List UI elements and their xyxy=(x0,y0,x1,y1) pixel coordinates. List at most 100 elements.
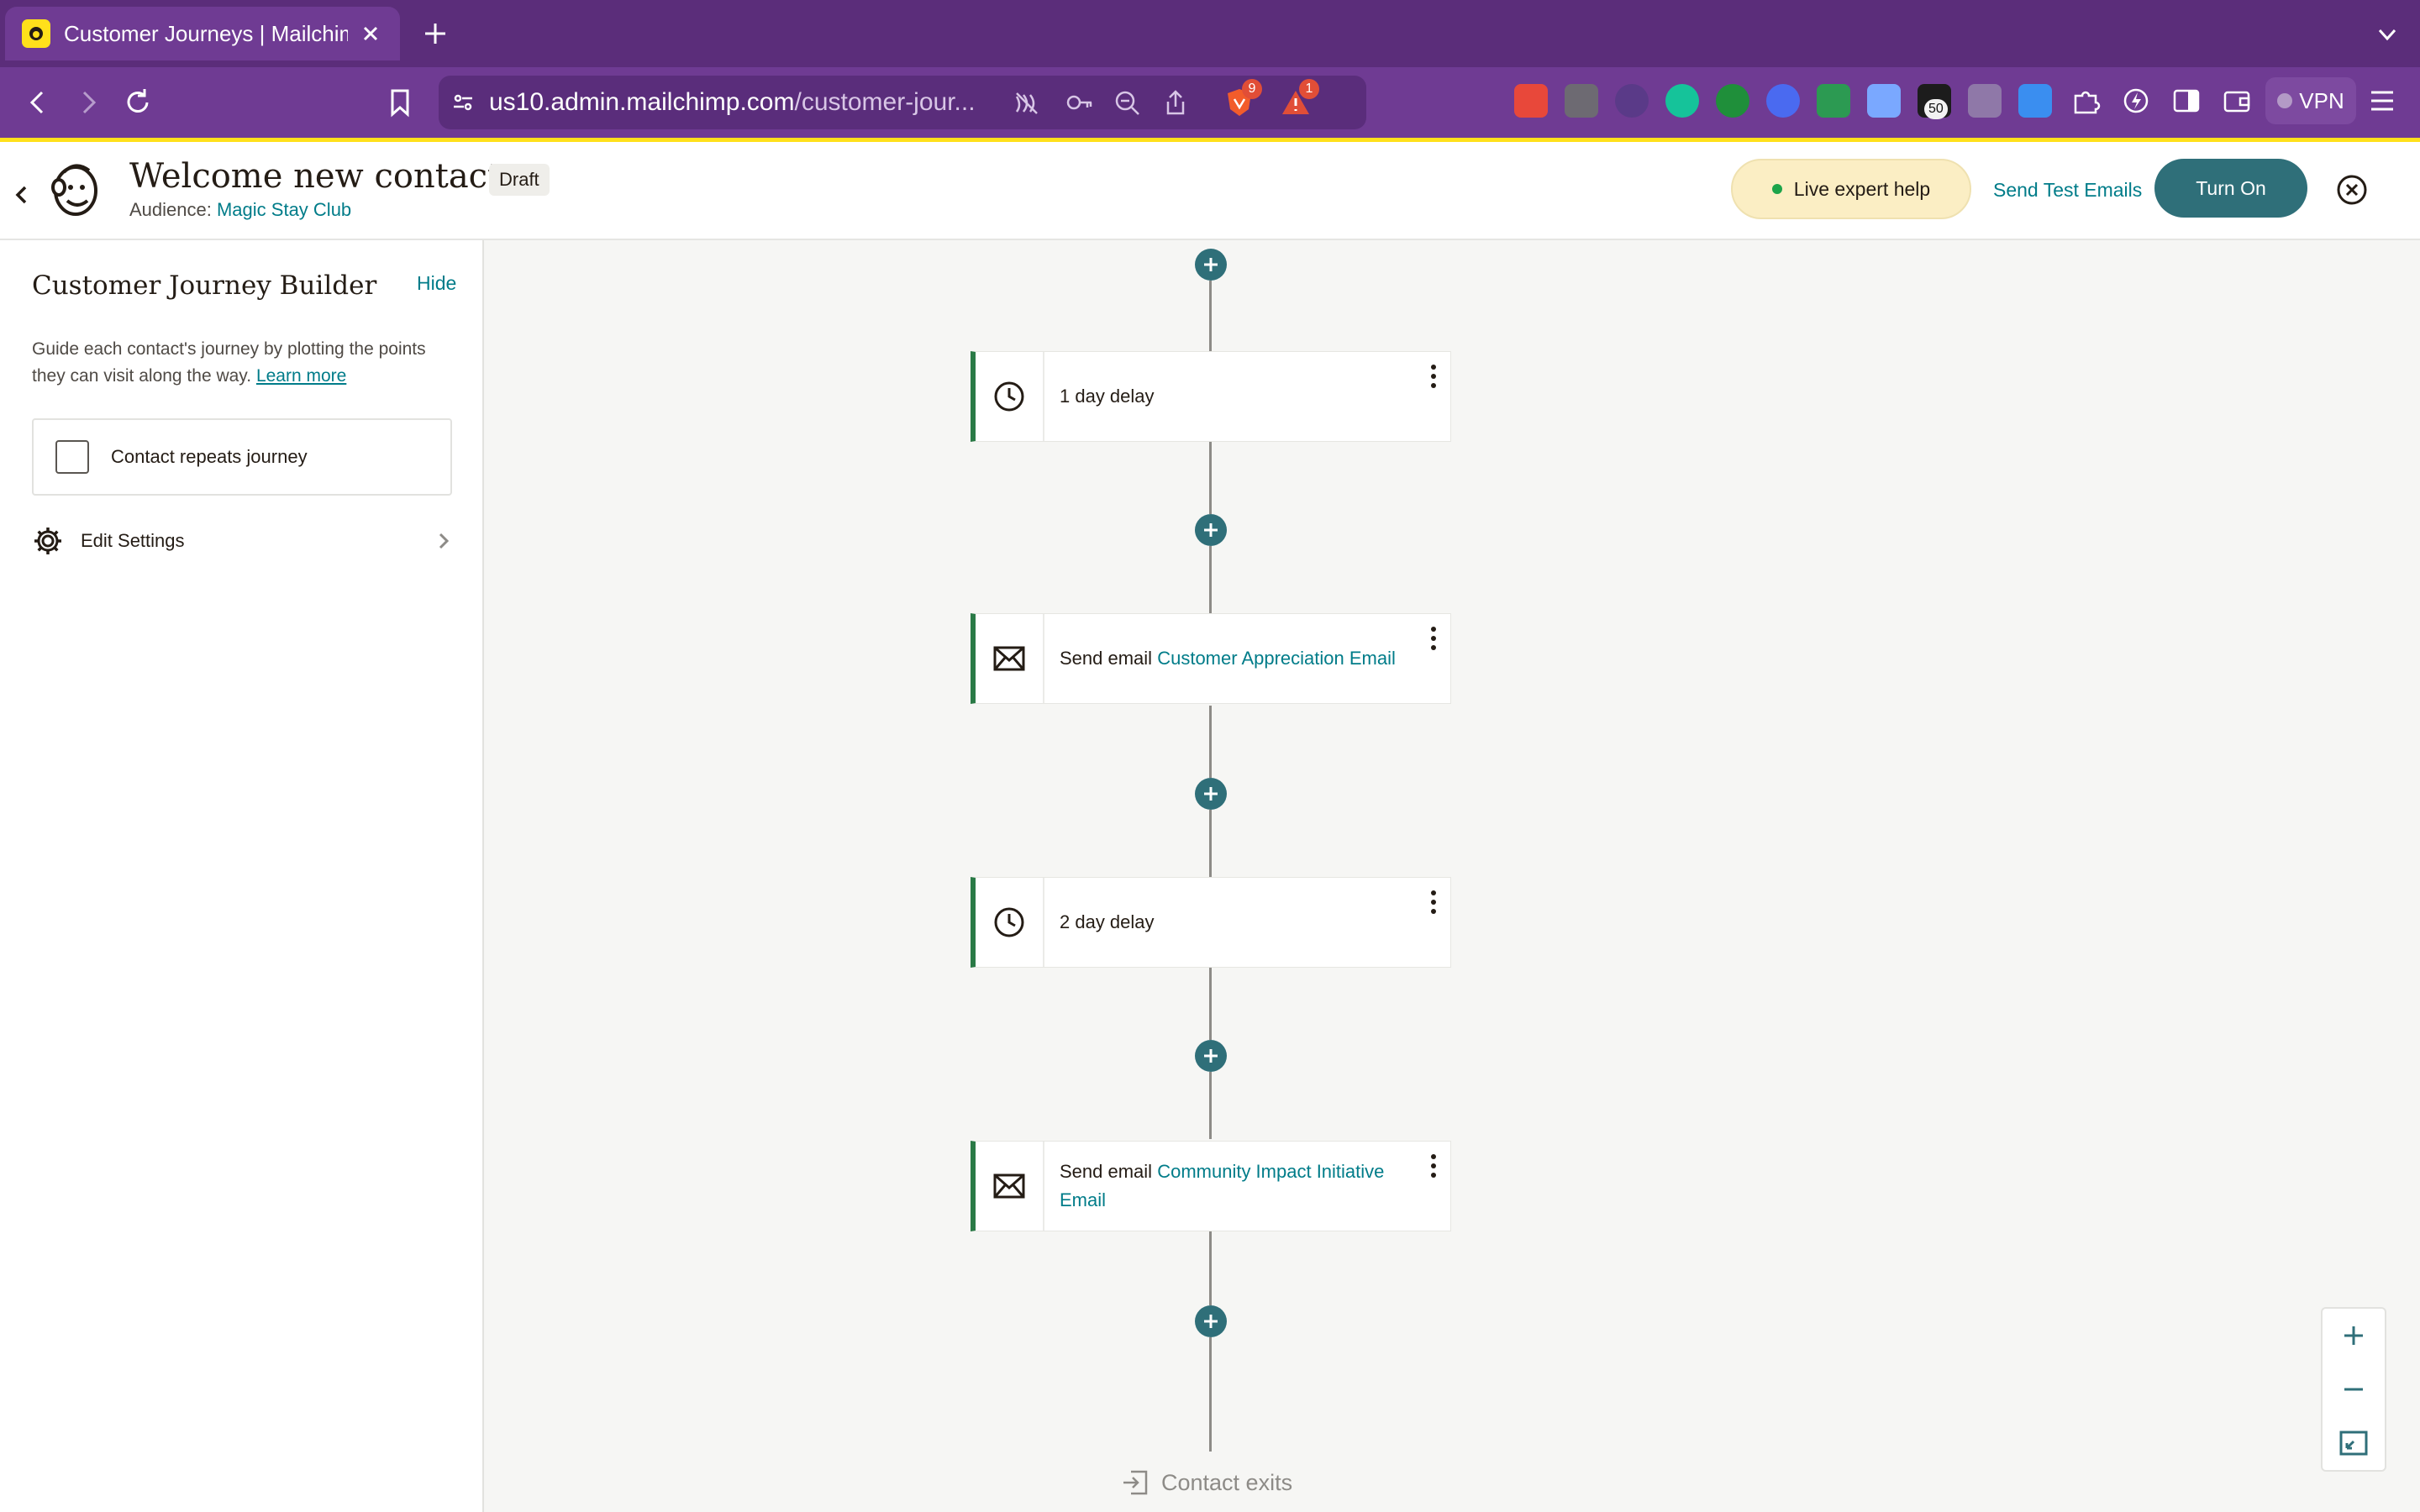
journey-step-send-email[interactable]: Send email Customer Appreciation Email xyxy=(971,613,1451,704)
edit-settings-label: Edit Settings xyxy=(81,530,185,551)
learn-more-link[interactable]: Learn more xyxy=(256,366,346,386)
online-status-icon xyxy=(1771,184,1782,194)
journey-step-delay[interactable]: 1 day delay xyxy=(971,351,1451,442)
step-menu-icon[interactable] xyxy=(1425,624,1442,653)
browser-tab[interactable]: Customer Journeys | Mailchimp xyxy=(5,7,400,60)
contact-repeats-checkbox[interactable] xyxy=(55,440,89,474)
extension-window-icon[interactable] xyxy=(1867,84,1901,118)
contact-repeats-label: Contact repeats journey xyxy=(111,446,308,467)
extension-star-icon[interactable] xyxy=(1766,84,1800,118)
shield-badge: 9 xyxy=(1242,79,1262,99)
extension-history-icon[interactable] xyxy=(1565,84,1598,118)
audience-link[interactable]: Magic Stay Club xyxy=(217,199,351,220)
browser-toolbar: us10.admin.mailchimp.com/customer-jour..… xyxy=(0,67,2420,138)
connector-line xyxy=(1209,546,1212,613)
extension-camera-icon[interactable] xyxy=(1968,84,2002,118)
add-step-button[interactable] xyxy=(1195,1040,1227,1072)
extension-grammarly-icon[interactable] xyxy=(1665,84,1699,118)
zoom-controls xyxy=(2321,1307,2386,1472)
zoom-in-icon[interactable] xyxy=(2323,1309,2385,1362)
send-test-emails-link[interactable]: Send Test Emails xyxy=(1993,179,2142,202)
fit-to-screen-icon[interactable] xyxy=(2323,1416,2385,1470)
sidebar-description: Guide each contact's journey by plotting… xyxy=(32,336,452,390)
envelope-icon xyxy=(976,1142,1044,1231)
zoom-out-icon[interactable] xyxy=(2323,1362,2385,1416)
extension-green-circle-icon[interactable] xyxy=(1716,84,1749,118)
site-settings-icon[interactable] xyxy=(450,90,476,115)
status-badge: Draft xyxy=(489,164,550,196)
extension-pdf-icon[interactable] xyxy=(1514,84,1548,118)
step-menu-icon[interactable] xyxy=(1425,1152,1442,1180)
add-step-button[interactable] xyxy=(1195,778,1227,810)
connector-line xyxy=(1209,810,1212,877)
journey-step-delay[interactable]: 2 day delay xyxy=(971,877,1451,968)
new-tab-icon[interactable] xyxy=(420,18,450,49)
address-bar[interactable]: us10.admin.mailchimp.com/customer-jour..… xyxy=(439,76,1366,129)
step-menu-icon[interactable] xyxy=(1425,362,1442,391)
add-step-button[interactable] xyxy=(1195,1305,1227,1337)
close-tab-icon[interactable] xyxy=(358,21,383,46)
close-builder-icon[interactable] xyxy=(2336,174,2368,206)
step-action-label: Send email xyxy=(1060,1161,1153,1182)
browser-menu-icon[interactable] xyxy=(2368,87,2396,114)
connector-line xyxy=(1209,1337,1212,1452)
wallet-icon[interactable] xyxy=(2220,84,2254,118)
url-path: /customer-jour... xyxy=(794,88,976,116)
step-text: Send email Community Impact Initiative E… xyxy=(1044,1158,1450,1215)
add-step-button[interactable] xyxy=(1195,514,1227,546)
vpn-button[interactable]: VPN xyxy=(2265,77,2356,124)
password-key-icon[interactable] xyxy=(1065,90,1094,115)
live-expert-help-label: Live expert help xyxy=(1793,177,1931,200)
hide-sidebar-link[interactable]: Hide xyxy=(417,272,456,295)
connector-line xyxy=(1209,706,1212,778)
extension-bot-icon[interactable] xyxy=(1615,84,1649,118)
tab-list-chevron-icon[interactable] xyxy=(2375,22,2400,47)
reader-mode-off-icon[interactable] xyxy=(1013,90,1040,115)
plus-icon xyxy=(1204,1049,1218,1063)
zoom-out-icon[interactable] xyxy=(1114,90,1141,117)
vpn-status-icon xyxy=(2277,93,2293,108)
reload-icon[interactable] xyxy=(121,86,155,119)
edit-settings-row[interactable]: Edit Settings xyxy=(32,524,452,558)
plus-icon xyxy=(1204,787,1218,801)
share-icon[interactable] xyxy=(1163,88,1188,117)
leo-ai-icon[interactable] xyxy=(2119,84,2153,118)
exit-icon xyxy=(1121,1468,1150,1497)
sidebar-title: Customer Journey Builder xyxy=(32,270,377,301)
tab-title: Customer Journeys | Mailchimp xyxy=(64,20,348,46)
url-host: us10.admin.mailchimp.com xyxy=(489,88,795,116)
mailchimp-logo-icon[interactable] xyxy=(47,159,104,219)
journey-step-send-email[interactable]: Send email Community Impact Initiative E… xyxy=(971,1141,1451,1231)
sidebar-toggle-icon[interactable] xyxy=(2170,84,2203,118)
step-label: 1 day delay xyxy=(1060,386,1155,407)
plus-icon xyxy=(1204,1315,1218,1328)
url-text: us10.admin.mailchimp.com/customer-jour..… xyxy=(489,88,976,117)
email-name-link[interactable]: Customer Appreciation Email xyxy=(1157,648,1396,669)
live-expert-help-button[interactable]: Live expert help xyxy=(1731,159,1971,219)
turn-on-button[interactable]: Turn On xyxy=(2154,159,2307,218)
envelope-icon xyxy=(976,614,1044,703)
back-chevron-icon[interactable] xyxy=(12,182,30,207)
alert-badge: 1 xyxy=(1299,79,1319,99)
forward-arrow-icon[interactable] xyxy=(71,86,104,119)
vpn-label: VPN xyxy=(2299,87,2344,113)
step-label: 2 day delay xyxy=(1060,911,1155,932)
bookmark-icon[interactable] xyxy=(383,86,417,119)
extension-badge-icon[interactable] xyxy=(1817,84,1850,118)
step-menu-icon[interactable] xyxy=(1425,888,1442,916)
connector-line xyxy=(1209,968,1212,1040)
connector-line xyxy=(1209,281,1212,351)
browser-tab-bar: Customer Journeys | Mailchimp xyxy=(0,0,2420,67)
audience-line: Audience: Magic Stay Club xyxy=(129,199,351,221)
plus-icon xyxy=(1204,258,1218,271)
extension-download-icon[interactable] xyxy=(2018,84,2052,118)
journey-title[interactable]: Welcome new contacts xyxy=(129,157,518,196)
step-text: Send email Customer Appreciation Email xyxy=(1044,644,1450,673)
back-arrow-icon[interactable] xyxy=(22,86,55,119)
contact-repeats-option[interactable]: Contact repeats journey xyxy=(32,418,452,496)
add-step-button[interactable] xyxy=(1195,249,1227,281)
chevron-right-icon xyxy=(435,529,452,553)
extensions-puzzle-icon[interactable] xyxy=(2069,84,2102,118)
plus-icon xyxy=(1204,523,1218,537)
audience-label: Audience: xyxy=(129,199,212,220)
